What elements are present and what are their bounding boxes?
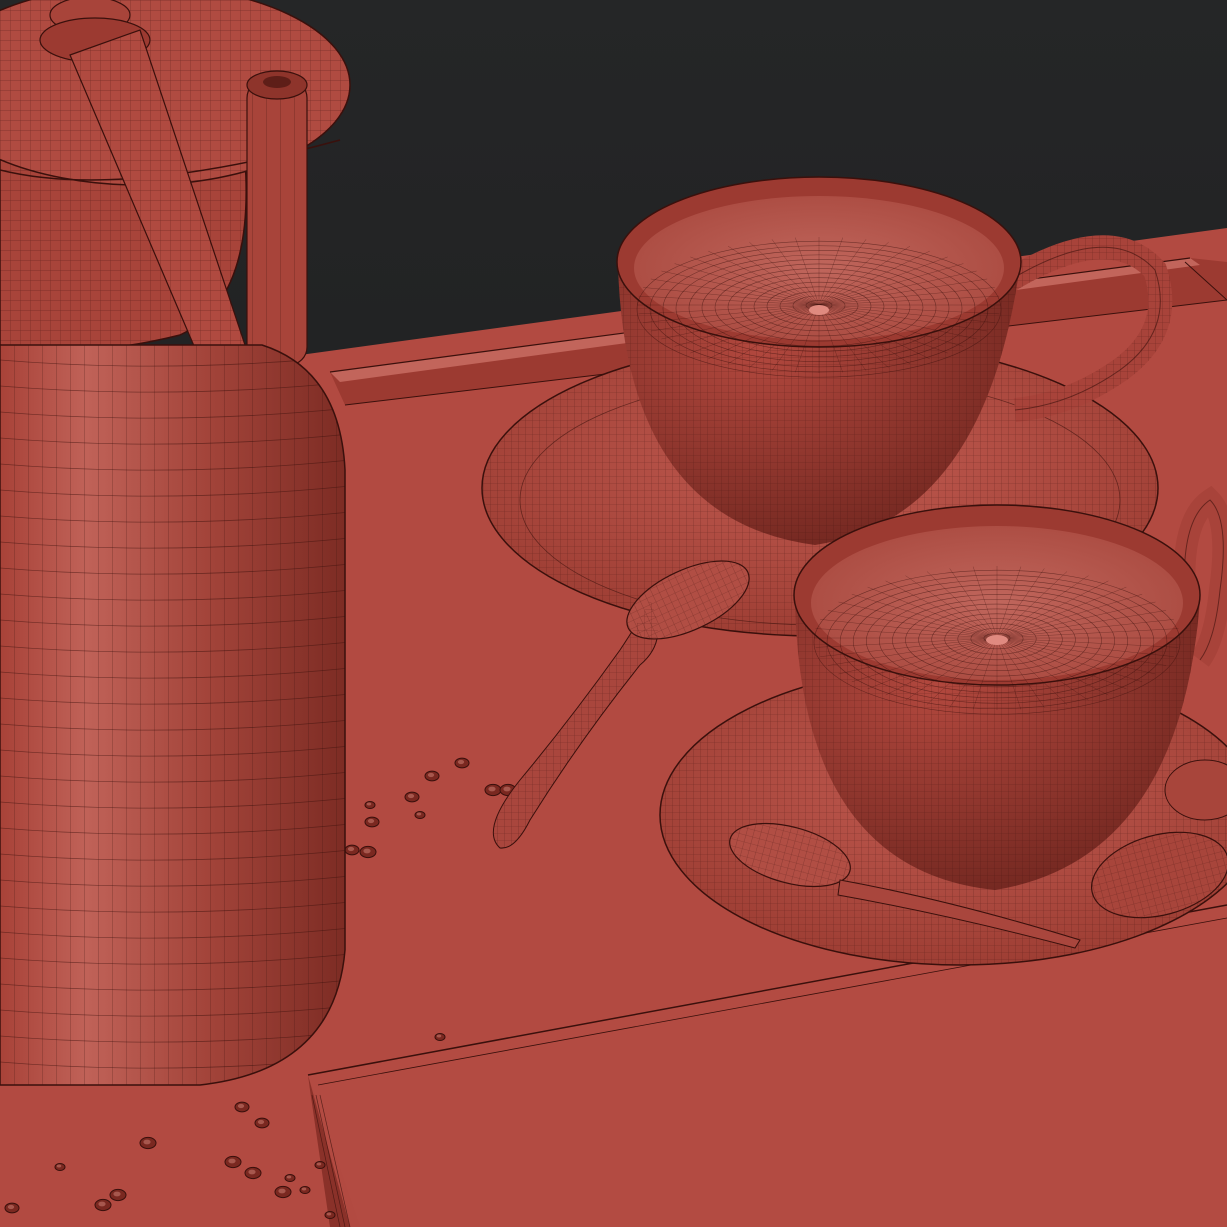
grinder [0,0,351,1086]
wireframe-scene [0,0,1227,1227]
